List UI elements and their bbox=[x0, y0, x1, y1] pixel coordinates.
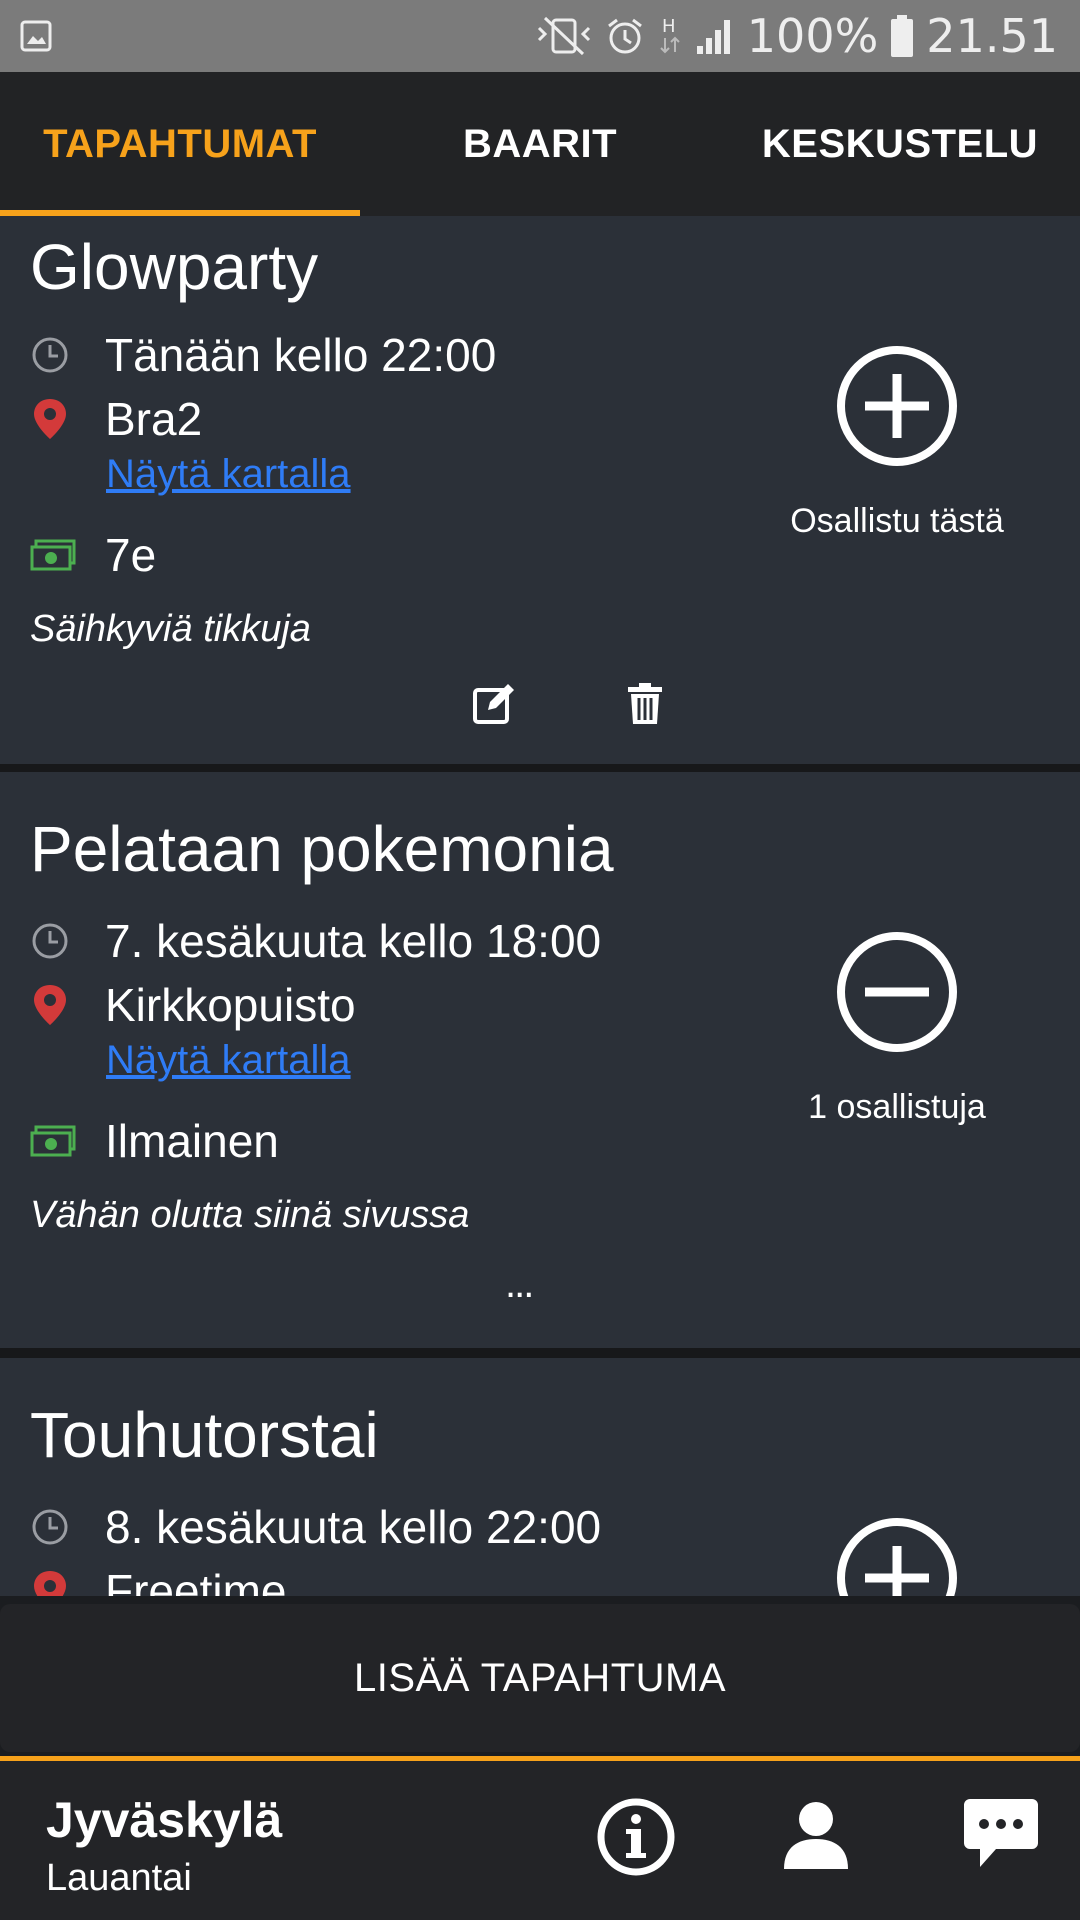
event-place: Freetime bbox=[105, 1565, 287, 1596]
location-pin-icon bbox=[30, 395, 90, 443]
minus-circle-icon[interactable] bbox=[835, 930, 959, 1054]
vibrate-mute-icon bbox=[537, 16, 590, 56]
event-place-row: Bra2 bbox=[30, 392, 202, 446]
event-place: Kirkkopuisto bbox=[105, 979, 356, 1031]
event-title: Pelataan pokemonia bbox=[30, 813, 614, 885]
battery-icon bbox=[891, 15, 914, 57]
event-title: Glowparty bbox=[30, 231, 319, 303]
info-icon[interactable] bbox=[596, 1797, 676, 1882]
event-place: Bra2 bbox=[105, 393, 203, 445]
data-h-icon: H bbox=[660, 16, 680, 54]
event-description: Vähän olutta siinä sivussa bbox=[30, 1194, 470, 1236]
clock-icon bbox=[30, 917, 90, 965]
edit-icon[interactable] bbox=[472, 682, 516, 731]
tab-keskustelu[interactable]: KESKUSTELU bbox=[720, 72, 1080, 216]
money-icon bbox=[30, 531, 90, 579]
join-label[interactable]: Osallistu tästä bbox=[747, 502, 1047, 541]
clock-icon bbox=[30, 1503, 90, 1551]
battery-percent: 100% bbox=[746, 9, 879, 63]
event-price: 7e bbox=[105, 529, 157, 581]
trash-icon[interactable] bbox=[627, 682, 663, 731]
event-time-row: 8. kesäkuuta kello 22:00 bbox=[30, 1500, 601, 1554]
event-time-row: 7. kesäkuuta kello 18:00 bbox=[30, 914, 601, 968]
status-icons: H 100% 21.51 bbox=[535, 9, 1058, 63]
signal-icon bbox=[696, 20, 730, 54]
add-event-label: LISÄÄ TAPAHTUMA bbox=[353, 1655, 727, 1700]
event-title: Touhutorstai bbox=[30, 1399, 379, 1471]
plus-circle-icon[interactable] bbox=[835, 344, 959, 468]
profile-icon[interactable] bbox=[780, 1799, 852, 1876]
participants-count[interactable]: 1 osallistuja bbox=[747, 1088, 1047, 1127]
show-on-map-link[interactable]: Näytä kartalla bbox=[106, 1038, 351, 1083]
event-card: Pelataan pokemonia 7. kesäkuuta kello 18… bbox=[0, 772, 1080, 1348]
event-list[interactable]: Glowparty Tänään kello 22:00 Bra2 Näytä … bbox=[0, 216, 1080, 1596]
location-pin-icon bbox=[30, 1567, 90, 1596]
event-description: Säihkyviä tikkuja bbox=[30, 608, 311, 650]
svg-text:H: H bbox=[662, 16, 676, 37]
add-event-button[interactable]: LISÄÄ TAPAHTUMA bbox=[0, 1604, 1080, 1752]
image-icon bbox=[20, 20, 52, 52]
event-time: 8. kesäkuuta kello 22:00 bbox=[105, 1501, 602, 1553]
event-price: Ilmainen bbox=[105, 1115, 279, 1167]
event-time: 7. kesäkuuta kello 18:00 bbox=[105, 915, 602, 967]
chat-icon[interactable] bbox=[962, 1797, 1040, 1876]
tab-baarit[interactable]: BAARIT bbox=[360, 72, 720, 216]
city-name: Jyväskylä bbox=[46, 1792, 283, 1848]
event-time: Tänään kello 22:00 bbox=[105, 329, 497, 381]
more-options[interactable]: ... bbox=[505, 1262, 534, 1307]
status-bar: H 100% 21.51 bbox=[0, 0, 1080, 72]
event-price-row: Ilmainen bbox=[30, 1114, 279, 1168]
alarm-icon bbox=[607, 18, 642, 54]
bottom-nav: Jyväskylä Lauantai bbox=[0, 1756, 1080, 1920]
location-pin-icon bbox=[30, 981, 90, 1029]
weekday: Lauantai bbox=[46, 1857, 192, 1899]
clock-icon bbox=[30, 331, 90, 379]
event-price-row: 7e bbox=[30, 528, 156, 582]
clock: 21.51 bbox=[926, 9, 1058, 63]
event-card: Glowparty Tänään kello 22:00 Bra2 Näytä … bbox=[0, 216, 1080, 764]
event-card: Touhutorstai 8. kesäkuuta kello 22:00 Fr… bbox=[0, 1358, 1080, 1596]
show-on-map-link[interactable]: Näytä kartalla bbox=[106, 452, 351, 497]
tab-tapahtumat[interactable]: TAPAHTUMAT bbox=[0, 72, 360, 216]
tab-bar: TAPAHTUMAT BAARIT KESKUSTELU bbox=[0, 72, 1080, 216]
event-place-row: Freetime bbox=[30, 1564, 286, 1596]
plus-circle-icon[interactable] bbox=[835, 1516, 959, 1596]
money-icon bbox=[30, 1117, 90, 1165]
event-time-row: Tänään kello 22:00 bbox=[30, 328, 496, 382]
event-place-row: Kirkkopuisto bbox=[30, 978, 356, 1032]
